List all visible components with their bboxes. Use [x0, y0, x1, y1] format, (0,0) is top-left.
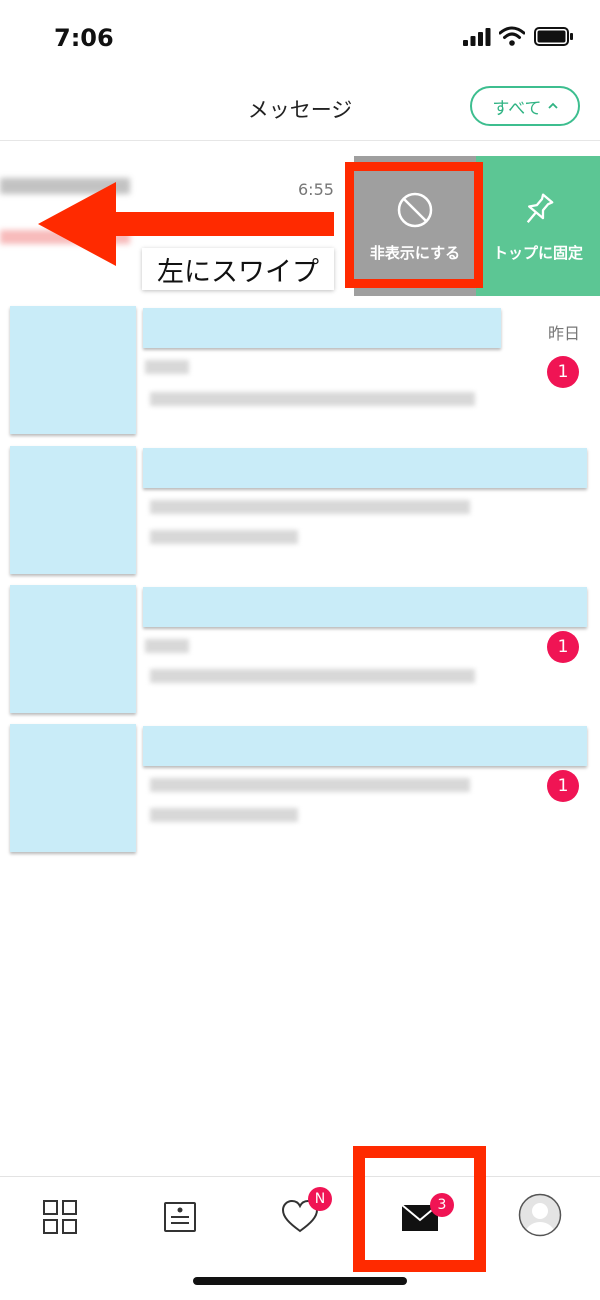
avatar — [10, 306, 136, 434]
chevron-up-icon — [547, 102, 558, 109]
blurred-sender-label — [145, 639, 189, 653]
wifi-icon — [499, 26, 525, 46]
pin-action-label: トップに固定 — [492, 243, 583, 262]
pin-icon — [526, 193, 554, 223]
message-row[interactable]: 1 — [0, 724, 600, 864]
unread-badge: 1 — [547, 770, 579, 802]
home-indicator — [193, 1277, 407, 1285]
blurred-message-preview — [150, 778, 470, 792]
sender-name-placeholder — [143, 448, 587, 488]
sender-name-placeholder — [143, 587, 587, 627]
profile-card-icon — [164, 1202, 196, 1232]
tab-my-page[interactable] — [518, 1193, 562, 1237]
highlight-box-hide-action — [345, 162, 483, 288]
unread-badge: 1 — [547, 631, 579, 663]
likes-badge: N — [308, 1187, 332, 1211]
avatar-icon — [518, 1193, 562, 1237]
signal-icon — [463, 28, 491, 46]
avatar — [10, 585, 136, 713]
blurred-message-preview-line2 — [150, 530, 298, 544]
message-row[interactable]: 昨日 1 — [0, 306, 600, 446]
unread-badge: 1 — [547, 356, 579, 388]
status-time: 7:06 — [54, 24, 114, 52]
highlight-box-messages-tab — [353, 1146, 486, 1272]
tab-profile-card[interactable] — [160, 1197, 200, 1237]
swipe-caption: 左にスワイプ — [142, 248, 334, 290]
header: メッセージ すべて — [0, 78, 600, 141]
status-bar: 7:06 — [0, 0, 600, 78]
avatar — [10, 724, 136, 852]
blurred-message-preview-line2 — [150, 808, 298, 822]
filter-label: すべて — [492, 98, 542, 119]
filter-button[interactable]: すべて — [470, 86, 580, 126]
grid-icon — [43, 1200, 77, 1234]
sender-name-placeholder — [143, 308, 501, 348]
tab-likes[interactable]: N — [280, 1187, 332, 1237]
message-row[interactable]: 1 — [0, 585, 600, 725]
tab-discover[interactable] — [40, 1197, 80, 1237]
pin-action-button[interactable]: トップに固定 — [476, 156, 600, 296]
sender-name-placeholder — [143, 726, 587, 766]
message-row[interactable] — [0, 446, 600, 586]
blurred-message-preview — [150, 392, 475, 406]
battery-icon — [534, 27, 573, 46]
blurred-message-preview — [150, 500, 470, 514]
message-time: 昨日 — [547, 324, 580, 343]
avatar — [10, 446, 136, 574]
blurred-sender-label — [145, 360, 189, 374]
blurred-message-preview — [150, 669, 475, 683]
